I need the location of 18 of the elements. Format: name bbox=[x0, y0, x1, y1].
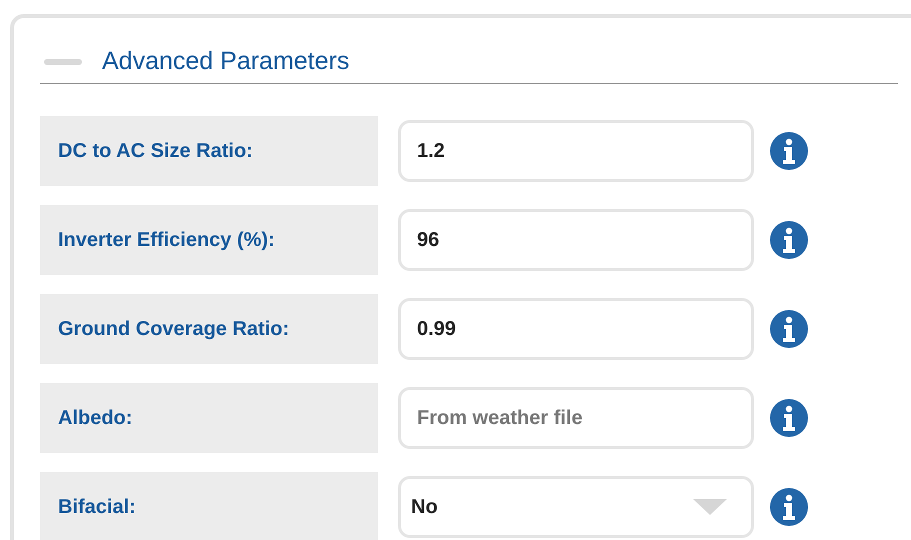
field-label: Bifacial: bbox=[40, 472, 378, 540]
field-label: Albedo: bbox=[40, 383, 378, 453]
input-field[interactable]: 1.2 bbox=[398, 120, 754, 182]
field-label: Ground Coverage Ratio: bbox=[40, 294, 378, 364]
info-icon[interactable] bbox=[770, 488, 808, 526]
info-icon[interactable] bbox=[770, 221, 808, 259]
field-label: DC to AC Size Ratio: bbox=[40, 116, 378, 186]
info-icon[interactable] bbox=[770, 132, 808, 170]
input-field[interactable]: 0.99 bbox=[398, 298, 754, 360]
section-header[interactable]: Advanced Parameters bbox=[40, 40, 898, 84]
input-field[interactable]: 96 bbox=[398, 209, 754, 271]
info-icon[interactable] bbox=[770, 310, 808, 348]
dropdown[interactable]: No bbox=[398, 476, 754, 538]
field-label: Inverter Efficiency (%): bbox=[40, 205, 378, 275]
info-icon[interactable] bbox=[770, 399, 808, 437]
caret-icon bbox=[693, 499, 727, 515]
input-field[interactable]: From weather file bbox=[398, 387, 754, 449]
section-title: Advanced Parameters bbox=[102, 49, 350, 74]
